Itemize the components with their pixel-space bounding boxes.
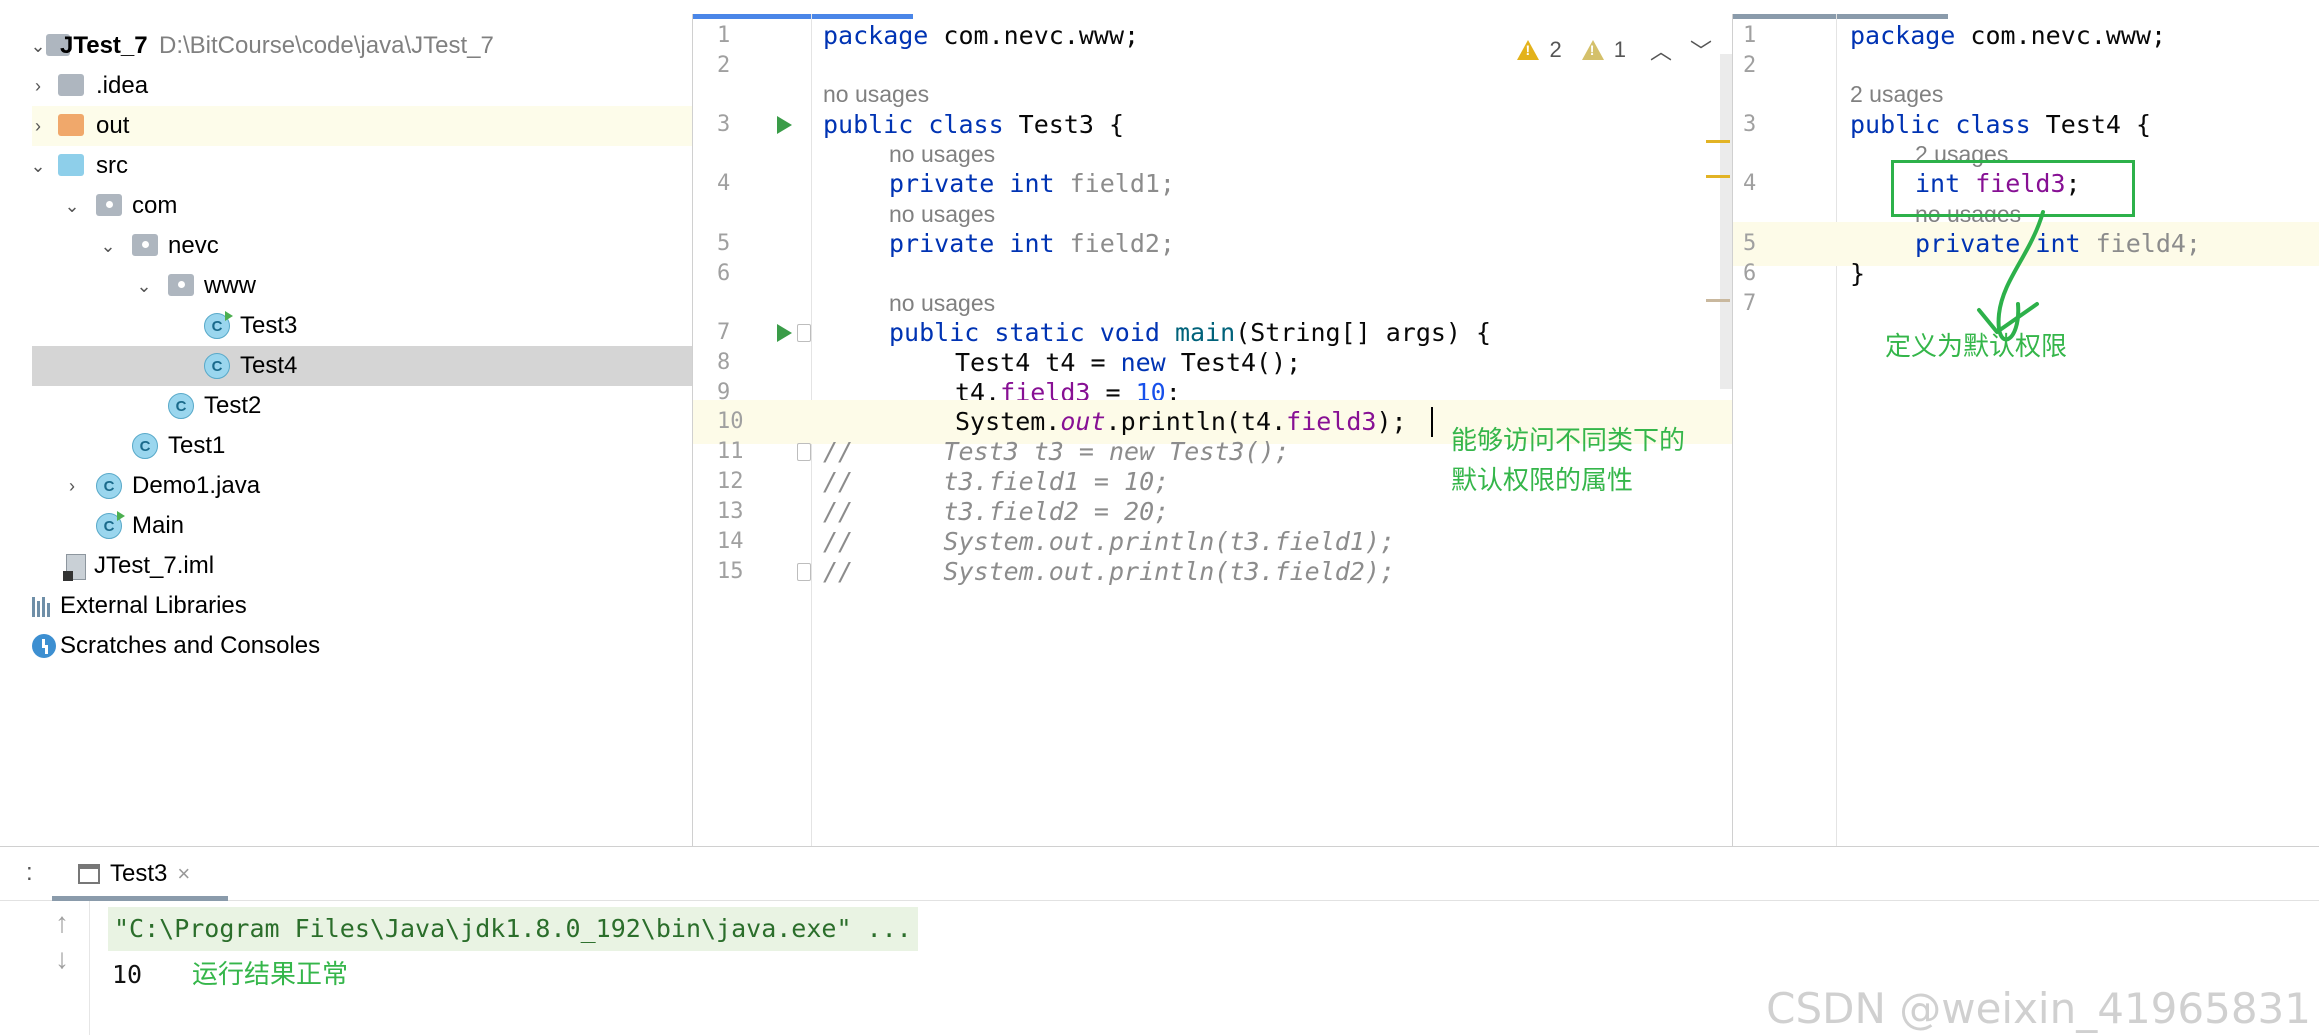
- scratches-icon: [32, 634, 56, 658]
- tree-item-demo1[interactable]: › C Demo1.java: [32, 466, 692, 506]
- editor-test3[interactable]: 2 1 ︿ ﹀ 1 package com.nevc.www; 2 no usa…: [692, 14, 1732, 846]
- editor-test4[interactable]: 1 package com.nevc.www; 2 2 usages 3 pub…: [1732, 14, 2319, 846]
- tree-label: Scratches and Consoles: [60, 632, 321, 659]
- project-root-name: JTest_7: [60, 32, 148, 59]
- chevron-right-icon[interactable]: ›: [62, 466, 82, 506]
- class-run-icon: C: [96, 511, 125, 539]
- class-icon: C: [96, 473, 122, 499]
- run-gutter-icon[interactable]: [777, 116, 792, 134]
- line-number: 4: [717, 171, 731, 196]
- run-gutter-icon[interactable]: [777, 324, 792, 342]
- chevron-down-icon[interactable]: ⌄: [62, 186, 82, 226]
- tree-label: JTest_7.iml: [94, 552, 215, 579]
- weak-warning-stripe[interactable]: [1706, 299, 1730, 302]
- fold-icon[interactable]: [797, 563, 811, 581]
- fold-icon[interactable]: [797, 324, 811, 342]
- line-number: 3: [717, 112, 731, 137]
- tree-item-external-libraries[interactable]: External Libraries: [32, 586, 692, 626]
- class-icon: C: [132, 433, 158, 459]
- folder-icon: [58, 74, 84, 96]
- project-root-path: D:\BitCourse\code\java\JTest_7: [159, 32, 494, 59]
- line-number: 6: [717, 261, 731, 286]
- tree-item-com[interactable]: ⌄ com: [32, 186, 692, 226]
- fold-icon[interactable]: [797, 443, 811, 461]
- tree-label: nevc: [168, 232, 219, 259]
- library-icon: [32, 595, 52, 617]
- line-number: 2: [717, 53, 731, 78]
- tree-label: .idea: [96, 72, 149, 99]
- chevron-down-icon[interactable]: ⌄: [134, 266, 154, 306]
- tree-item-test3[interactable]: C Test3: [32, 306, 692, 346]
- code-line-4[interactable]: 4 private int field1;: [693, 162, 1732, 206]
- annotation-result-ok: 运行结果正常: [192, 960, 349, 990]
- tree-item-iml[interactable]: JTest_7.iml: [32, 546, 692, 586]
- project-tree: ⌄ JTest_7 D:\BitCourse\code\java\JTest_7…: [0, 14, 692, 846]
- code-line-6[interactable]: 6: [693, 252, 1732, 296]
- tree-item-test2[interactable]: C Test2: [32, 386, 692, 426]
- tree-item-out[interactable]: › out: [32, 106, 692, 146]
- run-toolbar: ↑ ↓: [32, 901, 90, 1035]
- scrollbar-thumb[interactable]: [1720, 54, 1732, 389]
- tree-item-nevc[interactable]: ⌄ nevc: [32, 226, 692, 266]
- tree-label: src: [96, 152, 128, 179]
- arrow-up-icon[interactable]: ↑: [50, 907, 74, 939]
- console-icon: [78, 864, 100, 884]
- warning-stripe[interactable]: [1706, 175, 1730, 178]
- tree-label: Test2: [204, 392, 262, 419]
- annotation-access-line2: 默认权限的属性: [1451, 466, 1634, 496]
- package-icon: [168, 274, 194, 296]
- warning-stripe[interactable]: [1706, 140, 1730, 143]
- module-file-icon: [63, 554, 86, 581]
- tree-item-src[interactable]: ⌄ src: [30, 146, 692, 186]
- tree-item-idea[interactable]: › .idea: [32, 66, 692, 106]
- console-output: 10: [112, 960, 143, 989]
- tree-item-main[interactable]: C Main: [32, 506, 692, 546]
- tree-root[interactable]: ⌄ JTest_7 D:\BitCourse\code\java\JTest_7: [30, 26, 692, 66]
- tree-label: www: [204, 272, 256, 299]
- tree-label: Demo1.java: [132, 472, 261, 499]
- watermark: CSDN @weixin_41965831: [1766, 984, 2311, 1033]
- package-icon: [96, 194, 122, 216]
- code-comment: // System.out.println(t3.field2);: [823, 557, 1395, 586]
- line-number: 15: [717, 559, 744, 584]
- run-tab-label: Test3: [110, 860, 168, 887]
- tree-item-scratches[interactable]: Scratches and Consoles: [32, 626, 692, 666]
- code-line-15[interactable]: 15 // System.out.println(t3.field2);: [693, 550, 1732, 594]
- annotation-default-access: 定义为默认权限: [1885, 332, 2068, 362]
- arrow-down-icon[interactable]: ↓: [50, 943, 74, 975]
- run-tab-test3[interactable]: Test3 ×: [52, 847, 228, 901]
- tree-item-test4[interactable]: C Test4: [32, 346, 692, 386]
- tree-label: Test1: [168, 432, 226, 459]
- tree-label: Test3: [240, 312, 298, 339]
- class-icon: C: [204, 353, 230, 379]
- chevron-down-icon[interactable]: ⌄: [98, 226, 118, 266]
- class-icon: C: [168, 393, 194, 419]
- tree-label: out: [96, 112, 130, 139]
- code-line-3[interactable]: 3 public class Test3 {: [693, 103, 1732, 147]
- tree-label: Test4: [240, 352, 298, 379]
- close-icon[interactable]: ×: [177, 861, 190, 887]
- run-tab-bar: : Test3 ×: [0, 847, 2319, 901]
- tree-label: com: [132, 192, 178, 219]
- console-command-line: "C:\Program Files\Java\jdk1.8.0_192\bin\…: [108, 907, 918, 951]
- tree-label: Main: [132, 512, 185, 539]
- excluded-folder-icon: [58, 114, 84, 136]
- tree-item-www[interactable]: ⌄ www: [32, 266, 692, 306]
- package-icon: [132, 234, 158, 256]
- run-prefix: :: [26, 859, 33, 886]
- source-folder-icon: [58, 154, 84, 176]
- class-run-icon: C: [204, 311, 233, 339]
- annotation-access-line1: 能够访问不同类下的: [1451, 426, 1686, 456]
- tree-item-test1[interactable]: C Test1: [32, 426, 692, 466]
- tree-label: External Libraries: [60, 592, 247, 619]
